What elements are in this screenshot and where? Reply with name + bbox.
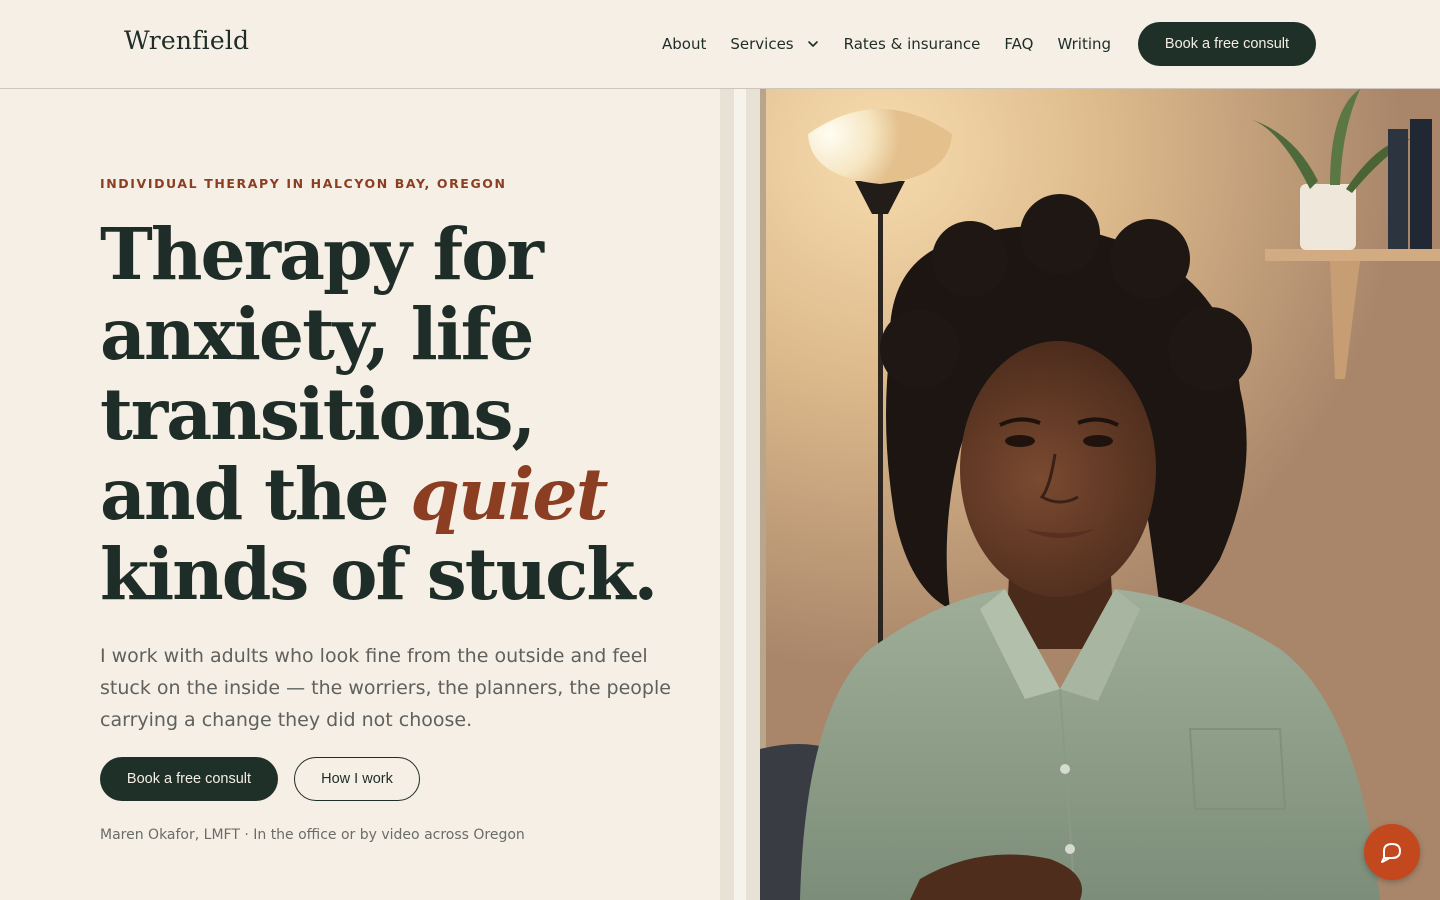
header-book-consult-button[interactable]: Book a free consult (1138, 22, 1316, 66)
nav-services[interactable]: Services (730, 35, 819, 53)
headline-line-3: transitions, (100, 372, 536, 456)
nav-writing[interactable]: Writing (1057, 35, 1111, 53)
nav-about[interactable]: About (662, 35, 706, 53)
headline-line-1: Therapy for (100, 212, 544, 296)
headline-line-2: anxiety, life (100, 292, 534, 376)
hero-book-consult-button[interactable]: Book a free consult (100, 757, 278, 801)
chat-launcher-button[interactable] (1364, 824, 1420, 880)
chat-bubble-icon (1381, 843, 1401, 863)
hero-lede: I work with adults who look fine from th… (100, 645, 671, 731)
site-logo[interactable]: Wrenfield (124, 26, 249, 55)
how-i-work-button[interactable]: How I work (294, 757, 420, 801)
headline-emphasis: quiet (410, 452, 608, 536)
nav-faq[interactable]: FAQ (1004, 35, 1033, 53)
chevron-down-icon (807, 41, 818, 47)
therapist-byline: Maren Okafor, LMFT · In the office or by… (100, 827, 525, 843)
therapist-portrait-image (720, 89, 1440, 900)
site-header: Wrenfield About Services Rates & insuran… (0, 0, 1440, 89)
nav-rates-insurance[interactable]: Rates & insurance (844, 35, 981, 53)
headline-line-4: and the quiet (100, 454, 700, 534)
headline-line-4-text: and the (100, 452, 411, 536)
hero-headline: Therapy for anxiety, life transitions, a… (100, 214, 700, 614)
main-nav: About Services Rates & insurance FAQ Wri… (662, 33, 1135, 55)
nav-services-label: Services (730, 35, 794, 53)
hero-eyebrow: INDIVIDUAL THERAPY IN HALCYON BAY, OREGO… (100, 176, 507, 191)
headline-line-5: kinds of stuck. (100, 532, 658, 616)
